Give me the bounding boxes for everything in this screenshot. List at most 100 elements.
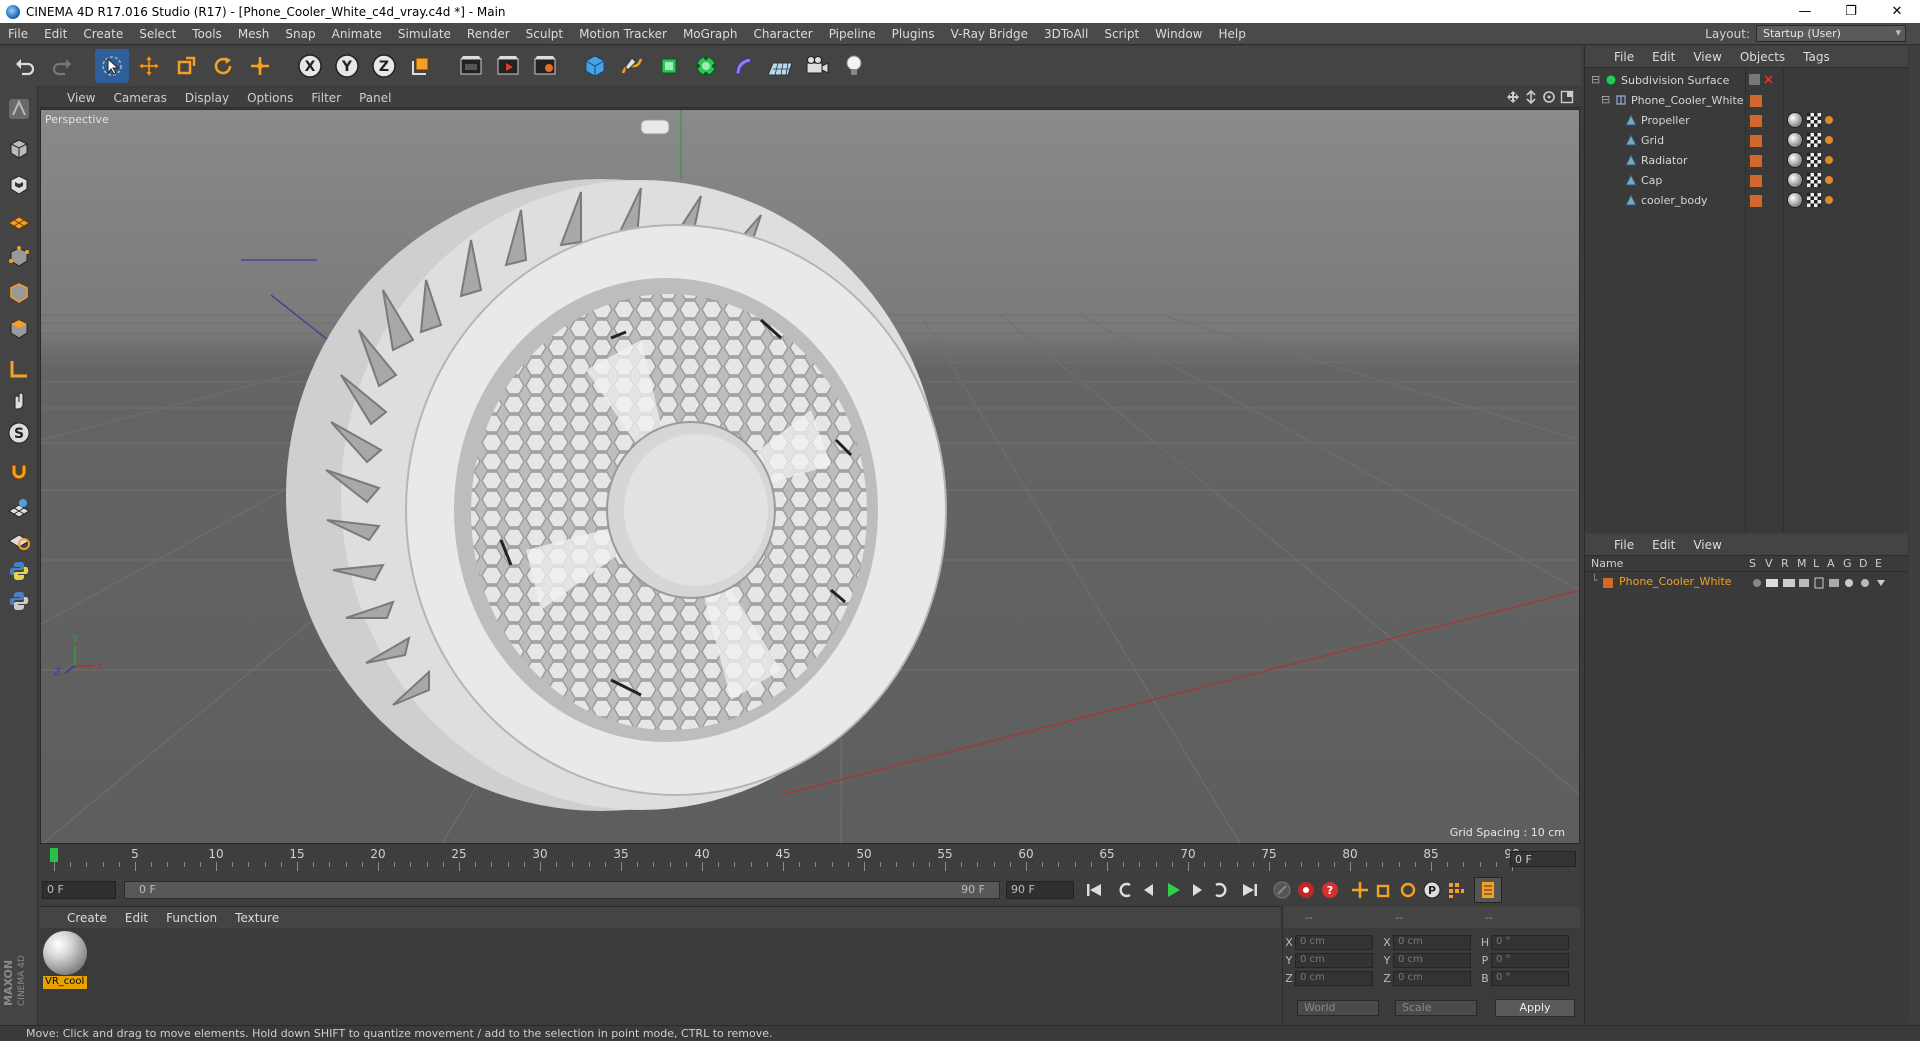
- object-menu-tags[interactable]: Tags: [1794, 50, 1839, 64]
- object-menu-objects[interactable]: Objects: [1731, 50, 1794, 64]
- make-editable-icon[interactable]: [4, 94, 34, 124]
- edges-mode-icon[interactable]: [4, 278, 34, 308]
- light-bulb-icon[interactable]: [837, 49, 871, 83]
- layer-color-swatch[interactable]: [1750, 135, 1762, 147]
- texture-tag-icon[interactable]: [1807, 153, 1821, 167]
- grid-snap-icon[interactable]: [4, 494, 34, 524]
- vray-tag-icon[interactable]: [1825, 196, 1833, 204]
- redo-icon[interactable]: [45, 49, 79, 83]
- viewport-menu-view[interactable]: View: [58, 91, 104, 105]
- vray-tag-icon[interactable]: [1825, 156, 1833, 164]
- material-menu-texture[interactable]: Texture: [226, 911, 288, 925]
- floor-environment-icon[interactable]: [763, 49, 797, 83]
- object-row-cap[interactable]: Cap: [1585, 170, 1909, 190]
- perspective-viewport[interactable]: Y X Z Perspective Grid Spacing : 10 cm: [40, 109, 1580, 844]
- key-scale-icon[interactable]: [1372, 879, 1396, 901]
- viewport-rotate-icon[interactable]: [1542, 90, 1556, 104]
- menu-sculpt[interactable]: Sculpt: [518, 27, 571, 41]
- position-y-field[interactable]: 0 cm: [1295, 952, 1373, 968]
- close-window-button[interactable]: ✕: [1874, 0, 1920, 23]
- menu-motion-tracker[interactable]: Motion Tracker: [571, 27, 675, 41]
- viewport-menu-filter[interactable]: Filter: [302, 91, 350, 105]
- menu-tools[interactable]: Tools: [184, 27, 230, 41]
- rotate-tool-icon[interactable]: [206, 49, 240, 83]
- key-parameter-icon[interactable]: P: [1420, 879, 1444, 901]
- layer-color-swatch[interactable]: [1750, 95, 1762, 107]
- key-position-icon[interactable]: [1348, 879, 1372, 901]
- model-mode-icon[interactable]: [4, 134, 34, 164]
- material-menu-edit[interactable]: Edit: [116, 911, 157, 925]
- position-x-field[interactable]: 0 cm: [1295, 934, 1373, 950]
- undo-icon[interactable]: [8, 49, 42, 83]
- menu-file[interactable]: File: [0, 27, 36, 41]
- material-tag-icon[interactable]: [1787, 132, 1803, 148]
- coordinate-space-select[interactable]: World: [1297, 1000, 1379, 1016]
- current-frame-field[interactable]: 0 F: [1510, 851, 1576, 867]
- object-menu-file[interactable]: File: [1605, 50, 1643, 64]
- end-frame-field[interactable]: 90 F: [1006, 881, 1074, 899]
- points-mode-icon[interactable]: [4, 242, 34, 272]
- material-tag-icon[interactable]: [1787, 172, 1803, 188]
- spline-pen-icon[interactable]: [615, 49, 649, 83]
- menu-window[interactable]: Window: [1147, 27, 1210, 41]
- scale-tool-icon[interactable]: [169, 49, 203, 83]
- size-z-field[interactable]: 0 cm: [1393, 970, 1471, 986]
- keyframe-selection-icon[interactable]: ?: [1318, 879, 1342, 901]
- apply-button[interactable]: Apply: [1495, 999, 1575, 1017]
- z-axis-lock-icon[interactable]: Z: [367, 49, 401, 83]
- viewport-layout-icon[interactable]: [1560, 90, 1574, 104]
- viewport-zoom-icon[interactable]: [1524, 90, 1538, 104]
- menu-script[interactable]: Script: [1096, 27, 1147, 41]
- timeline-window-icon[interactable]: [1474, 877, 1502, 903]
- visibility-toggle-icon[interactable]: [1749, 74, 1779, 86]
- object-menu-edit[interactable]: Edit: [1643, 50, 1684, 64]
- right-edge-tabs[interactable]: [1910, 46, 1920, 1023]
- next-key-icon[interactable]: [1209, 879, 1233, 901]
- layer-color-swatch[interactable]: [1603, 578, 1613, 588]
- material-tag-icon[interactable]: [1787, 112, 1803, 128]
- workplane-icon[interactable]: [4, 206, 34, 236]
- rotation-p-field[interactable]: 0 °: [1491, 952, 1569, 968]
- camera-icon[interactable]: [800, 49, 834, 83]
- viewport-menu-display[interactable]: Display: [176, 91, 238, 105]
- texture-tag-icon[interactable]: [1807, 193, 1821, 207]
- render-to-picture-viewer-icon[interactable]: [491, 49, 525, 83]
- coordinate-system-icon[interactable]: [404, 49, 438, 83]
- material-tag-icon[interactable]: [1787, 152, 1803, 168]
- size-y-field[interactable]: 0 cm: [1393, 952, 1471, 968]
- move-tool-icon[interactable]: [132, 49, 166, 83]
- rotation-h-field[interactable]: 0 °: [1491, 934, 1569, 950]
- position-z-field[interactable]: 0 cm: [1295, 970, 1373, 986]
- layer-menu-edit[interactable]: Edit: [1643, 538, 1684, 552]
- menu-mograph[interactable]: MoGraph: [675, 27, 746, 41]
- material-tag-icon[interactable]: [1787, 192, 1803, 208]
- layer-color-swatch[interactable]: [1750, 155, 1762, 167]
- record-keys-icon[interactable]: [1270, 879, 1294, 901]
- menu-animate[interactable]: Animate: [324, 27, 390, 41]
- texture-tag-icon[interactable]: [1807, 133, 1821, 147]
- timeline-cursor[interactable]: [50, 848, 58, 862]
- rotation-b-field[interactable]: 0 °: [1491, 970, 1569, 986]
- snapping-magnet-icon[interactable]: [4, 456, 34, 486]
- restore-button[interactable]: ❐: [1828, 0, 1874, 23]
- vray-tag-icon[interactable]: [1825, 176, 1833, 184]
- layer-color-swatch[interactable]: [1750, 195, 1762, 207]
- y-axis-lock-icon[interactable]: Y: [330, 49, 364, 83]
- menu-simulate[interactable]: Simulate: [390, 27, 459, 41]
- viewport-menu-cameras[interactable]: Cameras: [104, 91, 175, 105]
- texture-tag-icon[interactable]: [1807, 173, 1821, 187]
- object-row-radiator[interactable]: Radiator: [1585, 150, 1909, 170]
- menu-create[interactable]: Create: [75, 27, 131, 41]
- menu-mesh[interactable]: Mesh: [230, 27, 278, 41]
- nurbs-generator-icon[interactable]: [652, 49, 686, 83]
- menu-help[interactable]: Help: [1210, 27, 1253, 41]
- mograph-cloner-icon[interactable]: [689, 49, 723, 83]
- object-menu-view[interactable]: View: [1684, 50, 1730, 64]
- python-console-icon[interactable]: [4, 586, 34, 616]
- deformer-bend-icon[interactable]: [726, 49, 760, 83]
- layer-menu-file[interactable]: File: [1605, 538, 1643, 552]
- size-x-field[interactable]: 0 cm: [1393, 934, 1471, 950]
- auto-keying-icon[interactable]: [1294, 879, 1318, 901]
- menu-snap[interactable]: Snap: [277, 27, 323, 41]
- viewport-menu-options[interactable]: Options: [238, 91, 302, 105]
